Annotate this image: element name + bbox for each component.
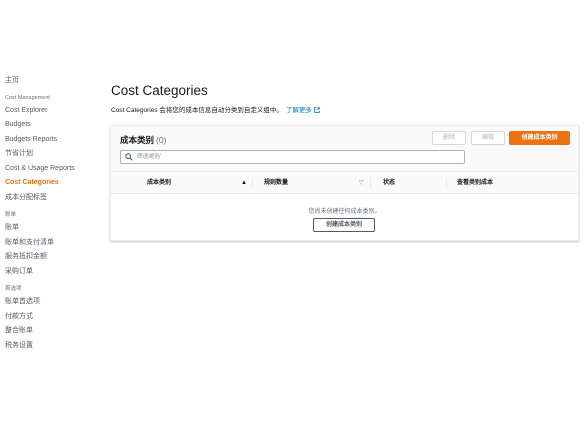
column-header-rule-count[interactable]: 规则数量 xyxy=(264,173,288,193)
search-icon xyxy=(125,153,133,161)
column-header-status: 状态 xyxy=(383,180,396,186)
sort-icon[interactable]: ▽ xyxy=(359,173,364,193)
page-title: Cost Categories xyxy=(111,83,208,98)
empty-state-message: 您尚未创建任何成本类别。 xyxy=(308,209,381,215)
column-header-view-cost: 查看类别成本 xyxy=(457,180,494,186)
table-header: 成本类别 ▲ 规则数量 ▽ 状态 查看类别成本 xyxy=(111,173,578,194)
edit-button[interactable]: 编辑 xyxy=(471,131,505,145)
sidebar-item-home[interactable]: 主页 xyxy=(0,74,100,89)
learn-more-link[interactable]: 了解更多 xyxy=(286,107,320,114)
sidebar-section-cost-management: Cost Management xyxy=(5,94,50,101)
empty-state-create-button[interactable]: 创建成本类别 xyxy=(313,218,375,232)
sidebar-item-billing-preferences[interactable]: 账单首选项 xyxy=(0,295,100,310)
cost-categories-panel: 成本类别(0) 删除 编辑 创建成本类别 成本类别 ▲ 规则数量 ▽ 状态 查看… xyxy=(110,125,579,241)
page-description: Cost Categories 会将您的成本信息自动分类到自定义组中。 了解更多 xyxy=(111,104,320,114)
sidebar-item-cost-allocation-tags[interactable]: 成本分配标签 xyxy=(0,191,100,206)
description-text: Cost Categories 会将您的成本信息自动分类到自定义组中。 xyxy=(111,107,283,114)
sidebar-item-savings-plans[interactable]: 节省计划 xyxy=(0,147,100,162)
search-box xyxy=(120,150,465,164)
learn-more-label: 了解更多 xyxy=(285,107,312,114)
search-input[interactable] xyxy=(136,152,456,162)
sidebar-item-budgets[interactable]: Budgets xyxy=(0,118,100,133)
column-divider xyxy=(252,178,253,188)
panel-title: 成本类别 (0) xyxy=(120,134,166,146)
sidebar-item-cost-categories[interactable]: Cost Categories xyxy=(0,176,100,191)
panel-title-text: 成本类别 xyxy=(120,135,155,145)
sidebar-item-budgets-reports[interactable]: Budgets Reports xyxy=(0,133,100,148)
sidebar-item-bills-payments[interactable]: 账单和支付清单 xyxy=(0,236,100,251)
sidebar-item-cost-explorer[interactable]: Cost Explorer xyxy=(0,104,100,119)
sort-ascending-icon[interactable]: ▲ xyxy=(241,173,247,193)
sidebar-item-payment-methods[interactable]: 付款方式 xyxy=(0,310,100,325)
create-cost-category-button[interactable]: 创建成本类别 xyxy=(509,131,570,145)
sidebar-item-consolidated-billing[interactable]: 整合账单 xyxy=(0,324,100,339)
sidebar: 主页 Cost Management Cost Explorer Budgets… xyxy=(0,0,100,441)
sidebar-section-billing: 账单 xyxy=(5,212,17,218)
column-divider xyxy=(370,178,371,188)
delete-button[interactable]: 删除 xyxy=(432,131,466,145)
column-header-cost-category[interactable]: 成本类别 xyxy=(147,173,171,193)
panel-count: (0) xyxy=(156,135,167,145)
sidebar-item-tax-settings[interactable]: 税务设置 xyxy=(0,339,100,354)
sidebar-item-bills[interactable]: 账单 xyxy=(0,221,100,236)
column-divider xyxy=(446,178,447,188)
sidebar-item-purchase-orders[interactable]: 采购订单 xyxy=(0,265,100,280)
sidebar-item-credits[interactable]: 服务抵扣金额 xyxy=(0,250,100,265)
external-link-icon xyxy=(314,107,320,113)
panel-header: 成本类别 (0) 删除 编辑 创建成本类别 xyxy=(111,126,578,172)
sidebar-item-cost-usage-reports[interactable]: Cost & Usage Reports xyxy=(0,162,100,177)
sidebar-section-preferences: 首选项 xyxy=(5,286,22,292)
